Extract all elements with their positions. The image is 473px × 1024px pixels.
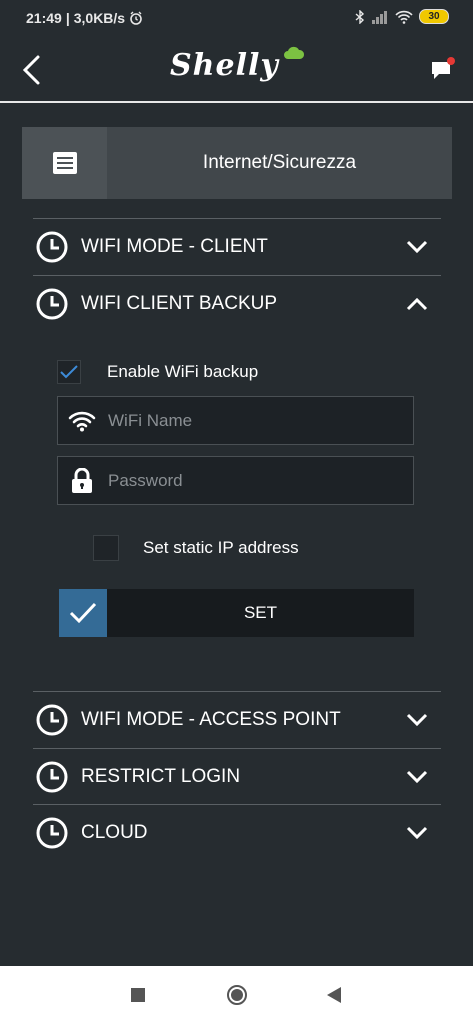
static-ip-label: Set static IP address xyxy=(143,538,299,557)
password-input[interactable] xyxy=(106,469,400,492)
battery-indicator: 30 xyxy=(419,9,449,24)
home-button[interactable] xyxy=(226,984,248,1006)
alarm-icon xyxy=(130,11,142,25)
list-icon xyxy=(52,152,77,174)
section-header: Internet/Sicurezza xyxy=(22,127,452,199)
header-divider xyxy=(0,101,473,103)
clock-icon xyxy=(36,288,68,319)
static-ip-checkbox[interactable]: Set static IP address xyxy=(93,535,299,561)
app-logo: Shelly xyxy=(170,46,305,83)
chevron-left-icon[interactable] xyxy=(18,54,46,86)
accordion-label: WIFI CLIENT BACKUP xyxy=(81,292,278,314)
wifi-name-field[interactable] xyxy=(57,396,414,445)
set-button[interactable]: SET xyxy=(59,589,414,637)
check-icon xyxy=(69,602,97,624)
bluetooth-icon xyxy=(355,9,365,24)
wifi-status-icon xyxy=(395,10,413,24)
system-nav-bar xyxy=(0,966,473,1024)
clock-icon xyxy=(36,231,68,262)
accordion-wifi-backup[interactable]: WIFI CLIENT BACKUP xyxy=(33,275,441,331)
accordion-cloud[interactable]: CLOUD xyxy=(33,804,441,860)
checkbox[interactable] xyxy=(57,360,81,384)
chevron-up-icon xyxy=(406,297,428,310)
back-button[interactable] xyxy=(326,986,342,1004)
checkbox[interactable] xyxy=(93,535,119,561)
chevron-down-icon xyxy=(406,770,428,783)
status-time: 21:49 xyxy=(26,10,62,26)
chevron-down-icon xyxy=(406,713,428,726)
accordion-label: WIFI MODE - ACCESS POINT xyxy=(81,708,341,730)
accordion-access-point[interactable]: WIFI MODE - ACCESS POINT xyxy=(33,691,441,747)
accordion-label: CLOUD xyxy=(81,821,148,843)
app-header: Shelly xyxy=(0,42,473,102)
recents-button[interactable] xyxy=(131,988,145,1002)
enable-backup-checkbox[interactable]: Enable WiFi backup xyxy=(57,360,258,384)
clock-icon xyxy=(36,761,68,792)
accordion-wifi-client[interactable]: WIFI MODE - CLIENT xyxy=(33,218,441,274)
check-icon xyxy=(60,365,78,379)
clock-icon xyxy=(36,704,68,735)
accordion-restrict-login[interactable]: RESTRICT LOGIN xyxy=(33,748,441,804)
clock-icon xyxy=(36,817,68,848)
lock-icon xyxy=(72,467,92,493)
accordion-label: WIFI MODE - CLIENT xyxy=(81,235,268,257)
accordion-label: RESTRICT LOGIN xyxy=(81,765,241,787)
cloud-icon xyxy=(284,46,305,59)
password-field[interactable] xyxy=(57,456,414,505)
chevron-down-icon xyxy=(406,240,428,253)
wifi-name-input[interactable] xyxy=(106,409,400,432)
enable-backup-label: Enable WiFi backup xyxy=(107,362,259,381)
chevron-down-icon xyxy=(406,826,428,839)
set-button-label: SET xyxy=(243,603,278,622)
chat-icon[interactable] xyxy=(430,56,456,84)
wifi-icon xyxy=(68,411,96,431)
status-speed: 3,0KB/s xyxy=(73,10,126,26)
signal-icon xyxy=(372,10,387,24)
section-title: Internet/Sicurezza xyxy=(202,152,357,173)
status-bar: 21:49 | 3,0KB/s 30 xyxy=(0,0,473,42)
